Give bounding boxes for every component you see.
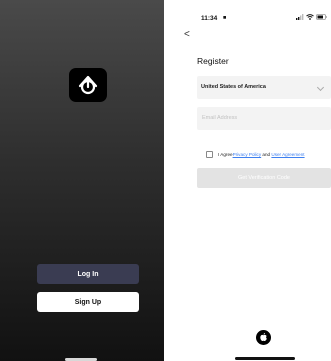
country-select[interactable]: United States of America — [197, 76, 331, 99]
email-placeholder: Email Address — [202, 115, 238, 121]
home-indicator — [235, 357, 295, 360]
chevron-down-icon — [316, 83, 325, 92]
email-field[interactable]: Email Address — [197, 107, 331, 130]
battery-icon — [316, 14, 327, 20]
agree-prefix: I Agree — [218, 152, 233, 157]
get-verification-code-button[interactable]: Get Verification Code — [197, 168, 331, 188]
wifi-icon — [306, 14, 314, 20]
signup-button[interactable]: Sign Up — [37, 292, 139, 312]
agree-checkbox[interactable] — [206, 151, 213, 158]
page-title: Register — [197, 56, 229, 66]
privacy-policy-link[interactable]: Privacy Policy — [233, 152, 262, 157]
agree-and: and — [261, 152, 272, 157]
login-button[interactable]: Log In — [37, 264, 139, 284]
status-glyph: ■ — [223, 15, 227, 21]
power-logo-icon — [69, 68, 107, 102]
apple-icon[interactable] — [256, 330, 271, 345]
welcome-screen: Log In Sign Up — [0, 0, 164, 361]
status-time: 11:34 — [201, 15, 218, 22]
user-agreement-link[interactable]: User Agreement — [271, 152, 304, 157]
back-button[interactable]: < — [184, 30, 190, 40]
status-icons — [296, 14, 327, 20]
country-value: United States of America — [201, 84, 266, 90]
signal-icon — [296, 14, 304, 20]
agreement-row: I Agree Privacy Policy and User Agreemen… — [206, 151, 305, 158]
